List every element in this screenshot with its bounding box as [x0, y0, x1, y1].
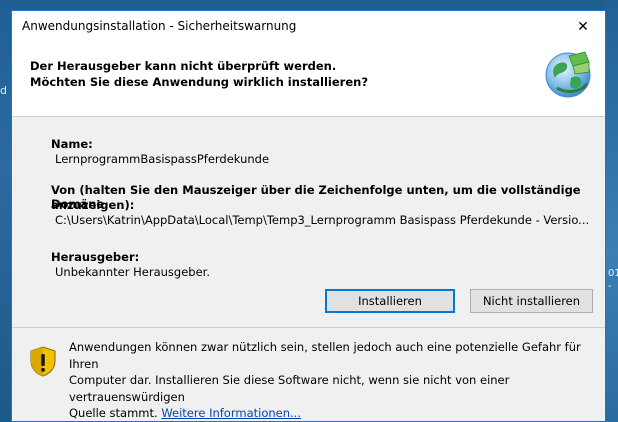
more-info-link[interactable]: Weitere Informationen...: [161, 406, 301, 420]
publisher-value: Unbekannter Herausgeber.: [55, 265, 210, 279]
dont-install-button[interactable]: Nicht installieren: [470, 289, 593, 313]
warning-line: Computer dar. Installieren Sie diese Sof…: [69, 373, 510, 404]
from-value[interactable]: C:\Users\Katrin\AppData\Local\Temp\Temp3…: [55, 213, 589, 227]
warning-message: Anwendungen können zwar nützlich sein, s…: [69, 339, 589, 422]
from-label-continued: anzuzeigen):: [51, 198, 135, 212]
footer-separator: [12, 327, 605, 328]
close-icon: ✕: [577, 18, 589, 35]
title-bar[interactable]: Anwendungsinstallation - Sicherheitswarn…: [12, 11, 605, 42]
warning-line-text: Quelle stammt.: [69, 406, 162, 420]
close-button[interactable]: ✕: [561, 11, 605, 42]
shield-warning-icon: [30, 346, 56, 377]
security-warning-dialog: Anwendungsinstallation - Sicherheitswarn…: [11, 10, 606, 422]
warning-line: Quelle stammt. Weitere Informationen...: [69, 405, 589, 422]
window-title: Anwendungsinstallation - Sicherheitswarn…: [22, 19, 297, 33]
name-label: Name:: [51, 137, 93, 151]
desktop-background-right: [605, 0, 618, 422]
header-question: Möchten Sie diese Anwendung wirklich ins…: [30, 75, 368, 89]
name-value: LernprogrammBasispassPferdekunde: [55, 152, 270, 166]
globe-installer-icon: [545, 51, 591, 98]
publisher-label: Herausgeber:: [51, 250, 140, 264]
header-separator: [12, 116, 605, 117]
header-title: Der Herausgeber kann nicht überprüft wer…: [30, 59, 337, 73]
dialog-header: Der Herausgeber kann nicht überprüft wer…: [12, 42, 605, 116]
warning-line: Anwendungen können zwar nützlich sein, s…: [69, 340, 581, 371]
desktop-text-fragment: 01: [608, 268, 618, 279]
desktop-text-fragment: -: [608, 281, 612, 292]
desktop-text-fragment: d: [0, 84, 7, 97]
install-button[interactable]: Installieren: [325, 289, 455, 313]
